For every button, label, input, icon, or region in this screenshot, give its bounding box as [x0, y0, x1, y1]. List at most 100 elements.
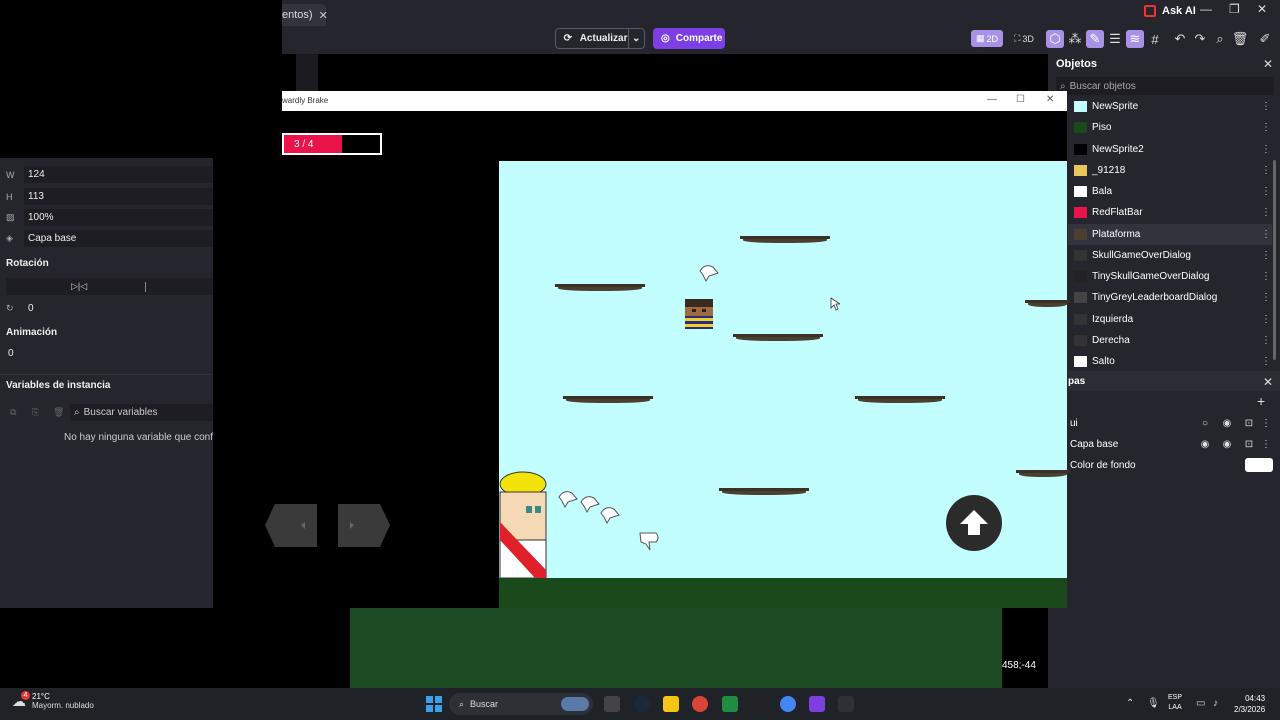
layer-row[interactable]: Capa base ◉ ◉ ⊡ ⋮ — [1068, 434, 1272, 454]
game-window-titlebar[interactable] — [282, 91, 1067, 111]
layer-value[interactable]: Capa base — [24, 230, 213, 247]
eye-icon[interactable]: ◉ — [1216, 418, 1238, 429]
search-objects-input[interactable]: ⌕ Buscar objetos — [1056, 77, 1274, 95]
more-icon[interactable]: ⋮ — [1260, 165, 1272, 176]
eye-icon[interactable]: ◉ — [1216, 439, 1238, 450]
lock-icon[interactable]: ⊡ — [1238, 418, 1260, 429]
close-window-icon[interactable]: ✕ — [1257, 2, 1267, 16]
more-icon[interactable]: ⋮ — [1260, 207, 1272, 218]
object-item[interactable]: NewSprite ⋮ — [1068, 96, 1272, 117]
rotation-value[interactable]: 0 — [24, 300, 213, 317]
more-icon[interactable]: ⋮ — [1260, 314, 1272, 325]
more-icon[interactable]: ⋮ — [1260, 144, 1272, 155]
ask-ai-button[interactable]: Ask AI — [1144, 5, 1196, 17]
steam-icon[interactable] — [634, 696, 650, 712]
add-layer-icon[interactable]: + — [1257, 393, 1265, 409]
close-icon[interactable]: ✕ — [319, 9, 328, 22]
clock[interactable]: 04:43 2/3/2026 — [1234, 693, 1265, 715]
background-color-swatch[interactable] — [1245, 458, 1273, 472]
objects-scrollbar[interactable] — [1273, 160, 1276, 360]
object-item[interactable]: TinyGreyLeaderboardDialog ⋮ — [1068, 287, 1272, 308]
close-window-icon[interactable]: ✕ — [1046, 94, 1054, 105]
objects-icon[interactable]: ⬡ — [1046, 30, 1064, 48]
more-icon[interactable]: ⋮ — [1260, 356, 1272, 367]
scene-tab[interactable]: entos) ✕ — [282, 4, 328, 26]
language-indicator[interactable]: ESP LAA — [1168, 693, 1182, 713]
move-left-button[interactable] — [265, 504, 317, 547]
task-view-icon[interactable] — [604, 696, 620, 712]
windows-start-icon[interactable] — [426, 696, 442, 712]
radio-selected-icon[interactable]: ◉ — [1194, 439, 1216, 450]
more-icon[interactable]: ⋮ — [1260, 186, 1272, 197]
file-explorer-icon[interactable] — [663, 696, 679, 712]
object-item[interactable]: Bala ⋮ — [1068, 181, 1272, 202]
layer-row[interactable]: ui ○ ◉ ⊡ ⋮ — [1068, 413, 1272, 433]
trash-icon[interactable]: 🗑 — [53, 407, 64, 418]
microphone-icon[interactable]: 🎙 — [1147, 698, 1160, 709]
animation-value[interactable]: 0 — [6, 345, 213, 362]
app-icon[interactable] — [722, 696, 738, 712]
more-icon[interactable]: ⋮ — [1260, 292, 1272, 303]
animation-field[interactable]: 0 — [6, 344, 213, 363]
groups-icon[interactable]: ⁂ — [1066, 30, 1084, 48]
more-icon[interactable]: ⋮ — [1260, 250, 1272, 261]
more-icon[interactable]: ⋮ — [1260, 418, 1272, 429]
object-item[interactable]: Derecha ⋮ — [1068, 330, 1272, 351]
more-icon[interactable]: ⋮ — [1260, 439, 1272, 450]
chrome-profile-icon[interactable] — [780, 696, 796, 712]
close-icon[interactable]: ✕ — [1263, 375, 1273, 389]
edit-icon[interactable]: ✎ — [1086, 30, 1104, 48]
edit-scene-icon[interactable]: ✐ — [1256, 30, 1274, 48]
width-value[interactable]: 124 — [24, 166, 213, 183]
paste-icon[interactable]: ⎘ — [32, 407, 39, 418]
refresh-button[interactable]: ⟳ Actualizar ⌄ — [555, 28, 645, 49]
delete-icon[interactable]: 🗑 — [1231, 30, 1249, 48]
undo-icon[interactable]: ↶ — [1171, 30, 1189, 48]
properties-icon[interactable]: ☰ — [1106, 30, 1124, 48]
more-icon[interactable]: ⋮ — [1260, 335, 1272, 346]
height-field[interactable]: H 113 — [6, 187, 213, 206]
radio-icon[interactable]: ○ — [1194, 418, 1216, 429]
background-color-row[interactable]: Color de fondo — [1068, 455, 1272, 475]
minimize-icon[interactable]: — — [1200, 2, 1212, 16]
opacity-value[interactable]: 100% — [24, 209, 213, 226]
height-value[interactable]: 113 — [24, 188, 213, 205]
layer-field[interactable]: ◈ Capa base — [6, 229, 213, 248]
layers-icon[interactable]: ≋ — [1126, 30, 1144, 48]
more-icon[interactable]: ⋮ — [1260, 122, 1272, 133]
opacity-field[interactable]: ▨ 100% — [6, 208, 213, 227]
search-variables-input[interactable]: ⌕ Buscar variables — [70, 404, 213, 421]
width-field[interactable]: W 124 — [6, 165, 213, 184]
share-button[interactable]: ◎ Comparte — [653, 28, 725, 49]
minimize-icon[interactable]: — — [987, 94, 997, 105]
jump-button[interactable] — [946, 495, 1002, 551]
copy-icon[interactable]: ⧉ — [10, 407, 16, 418]
volume-icon[interactable]: ♪ — [1213, 698, 1218, 709]
object-item[interactable]: NewSprite2 ⋮ — [1068, 139, 1272, 160]
object-item[interactable]: TinySkullGameOverDialog ⋮ — [1068, 266, 1272, 287]
chevron-down-icon[interactable]: ⌄ — [627, 29, 645, 48]
app-icon[interactable] — [751, 696, 767, 712]
lock-icon[interactable]: ⊡ — [1238, 439, 1260, 450]
more-icon[interactable]: ⋮ — [1260, 229, 1272, 240]
more-icon[interactable]: ⋮ — [1260, 101, 1272, 112]
view-3d-button[interactable]: ⛶ 3D — [1009, 30, 1039, 47]
app-icon[interactable] — [838, 696, 854, 712]
maximize-icon[interactable]: ☐ — [1016, 94, 1025, 105]
network-icon[interactable]: ▭ — [1196, 698, 1205, 709]
flip-control[interactable]: ▷|◁ — [6, 278, 213, 295]
flip-icon[interactable]: ▷|◁ — [71, 281, 87, 292]
object-item[interactable]: RedFlatBar ⋮ — [1068, 202, 1272, 223]
rotation-field[interactable]: ↻ 0 — [6, 299, 213, 318]
object-item[interactable]: Plataforma ⋮ — [1068, 224, 1272, 245]
object-item[interactable]: Piso ⋮ — [1068, 117, 1272, 138]
more-icon[interactable]: ⋮ — [1260, 271, 1272, 282]
gdevelop-icon[interactable] — [809, 696, 825, 712]
maximize-icon[interactable]: ❐ — [1229, 2, 1240, 16]
view-2d-button[interactable]: ▦ 2D — [971, 30, 1003, 47]
zoom-icon[interactable]: ⌕ — [1211, 30, 1229, 48]
grid-toggle-icon[interactable]: # — [1146, 30, 1164, 48]
taskbar-search-input[interactable]: ⌕ Buscar — [449, 693, 593, 715]
object-item[interactable]: Izquierda ⋮ — [1068, 309, 1272, 330]
object-item[interactable]: _91218 ⋮ — [1068, 160, 1272, 181]
